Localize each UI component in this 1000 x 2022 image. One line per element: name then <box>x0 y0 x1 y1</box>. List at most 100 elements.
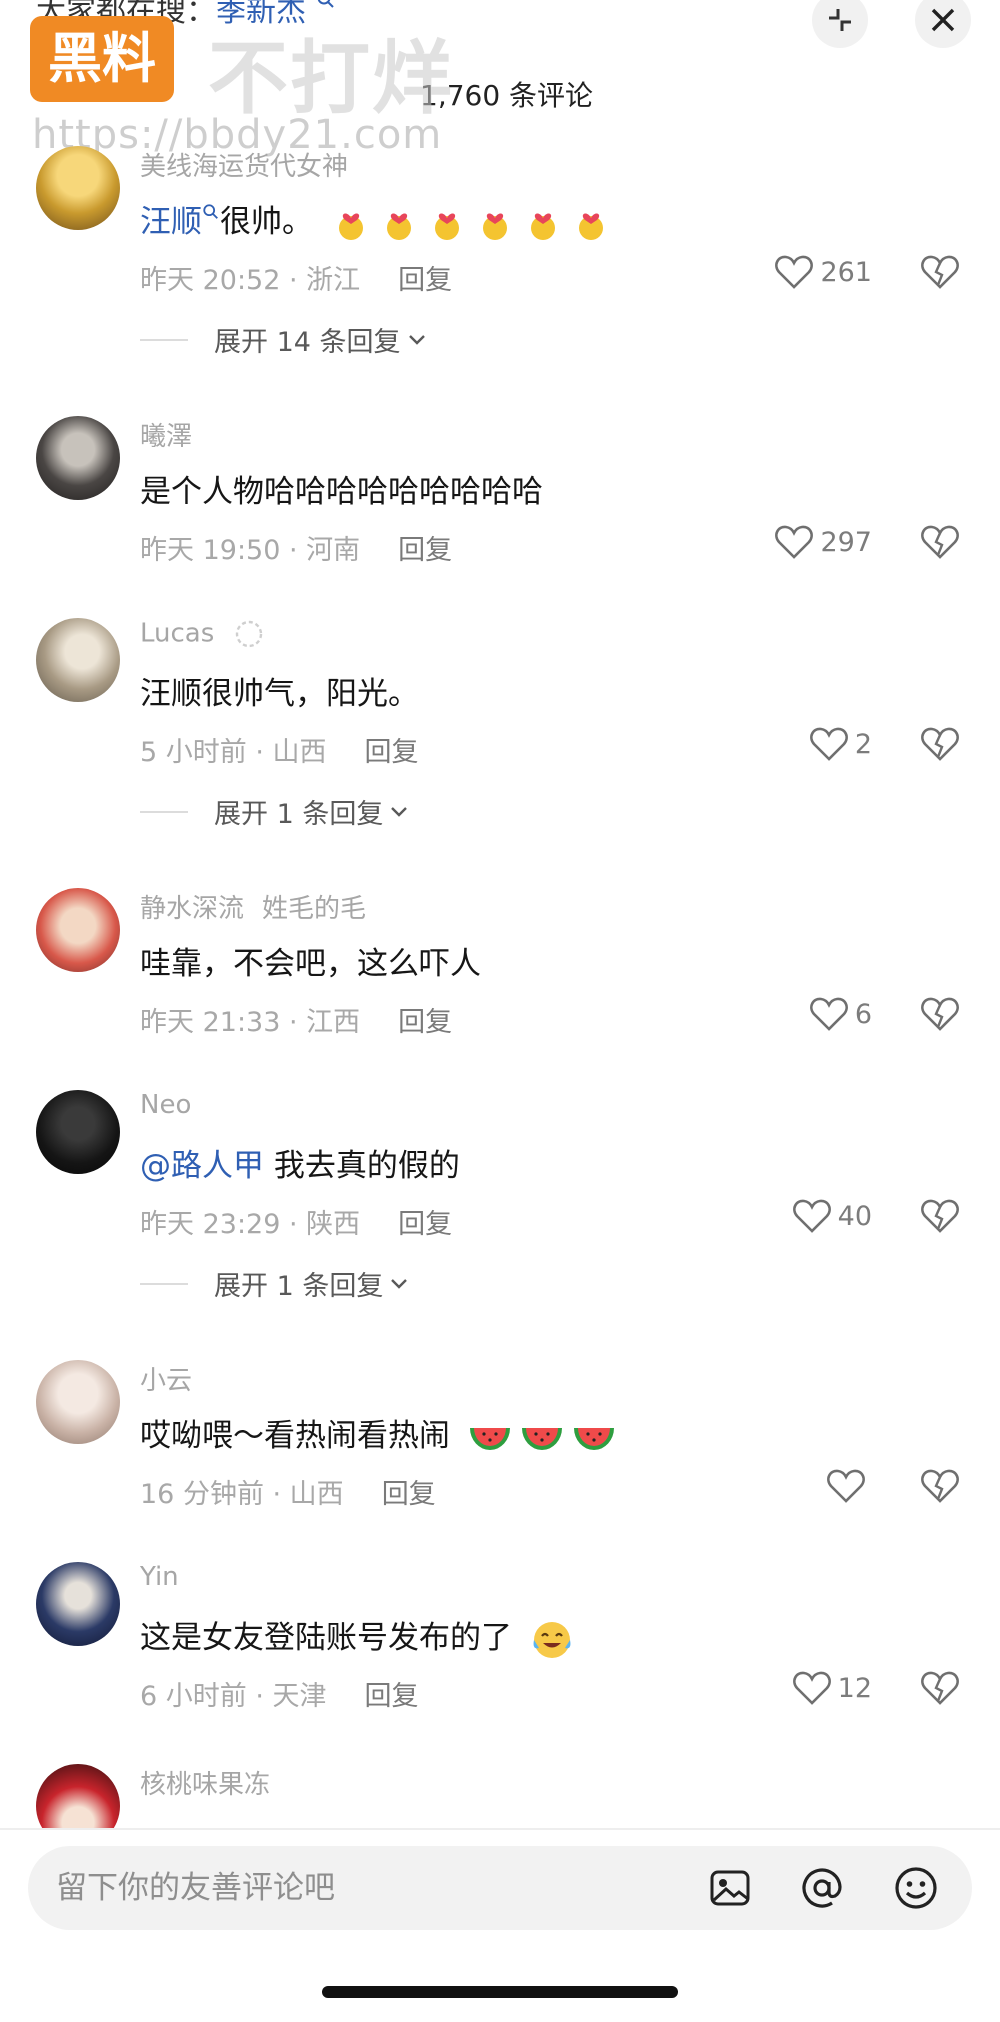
like-count: 2 <box>854 728 872 760</box>
collapse-button[interactable] <box>812 0 868 48</box>
heart-hands-emoji <box>338 213 363 240</box>
dislike-button[interactable] <box>920 1198 960 1238</box>
dislike-button[interactable] <box>920 996 960 1036</box>
avatar[interactable] <box>36 416 120 500</box>
broken-heart-icon <box>921 727 959 761</box>
comment-text: 是个人物哈哈哈哈哈哈哈哈哈 <box>140 474 543 510</box>
chevron-down-icon <box>391 806 408 817</box>
comment-author: Lucas <box>140 618 265 650</box>
dislike-button[interactable] <box>920 1670 960 1710</box>
reply-button[interactable]: 回复 <box>382 1479 436 1510</box>
heart-icon <box>792 1671 831 1705</box>
reply-button[interactable]: 回复 <box>398 535 452 566</box>
comment-body: 这是女友登陆账号发布的了 <box>140 1620 512 1656</box>
chevron-down-icon <box>408 334 425 345</box>
watermelon-emoji-row <box>460 1418 616 1454</box>
comment-body: 哎呦喂～看热闹看热闹 <box>140 1418 450 1454</box>
comment-meta: 昨天 23:29 · 陕西 回复 <box>140 1202 452 1241</box>
heart-hands-emoji-row <box>323 204 611 240</box>
comment-author-name[interactable]: 静水深流 <box>140 894 244 924</box>
close-icon <box>931 8 955 32</box>
expand-replies-label: 展开 1 条回复 <box>214 1271 384 1302</box>
reply-button[interactable]: 回复 <box>398 265 452 296</box>
heart-hands-emoji <box>434 213 459 240</box>
heart-hands-emoji <box>482 213 507 240</box>
dislike-button[interactable] <box>920 1468 960 1508</box>
close-button[interactable] <box>915 0 971 48</box>
avatar[interactable] <box>36 1562 120 1646</box>
expand-replies-label: 展开 14 条回复 <box>214 327 401 358</box>
expand-replies[interactable]: 展开 1 条回复 <box>140 792 409 831</box>
heart-icon <box>792 1199 831 1233</box>
heart-hands-emoji <box>578 213 603 240</box>
like-button[interactable]: 297 <box>774 524 872 560</box>
comment-author[interactable]: 核桃味果冻 <box>140 1764 270 1801</box>
collapse-icon <box>829 9 851 31</box>
reply-button[interactable]: 回复 <box>398 1209 452 1240</box>
chevron-down-icon <box>391 1278 408 1289</box>
heart-hands-emoji <box>530 213 555 240</box>
divider-dash <box>140 338 188 341</box>
like-button[interactable]: 2 <box>809 726 872 762</box>
watermelon-emoji <box>469 1427 510 1450</box>
comment-author-name[interactable]: Lucas <box>140 619 214 649</box>
like-button[interactable]: 40 <box>792 1198 872 1234</box>
broken-heart-icon <box>921 1469 959 1503</box>
like-count: 6 <box>854 998 872 1030</box>
like-button[interactable]: 6 <box>809 996 872 1032</box>
dislike-button[interactable] <box>920 524 960 564</box>
comment-body: 很帅。 <box>220 204 313 240</box>
search-icon <box>317 0 334 8</box>
dislike-button[interactable] <box>920 726 960 766</box>
watermelon-emoji <box>521 1427 562 1450</box>
dislike-button[interactable] <box>920 254 960 294</box>
avatar[interactable] <box>36 146 120 230</box>
comment-author[interactable]: Neo <box>140 1090 191 1120</box>
heart-icon <box>809 997 848 1031</box>
avatar[interactable] <box>36 1764 120 1828</box>
expand-replies[interactable]: 展开 1 条回复 <box>140 1264 409 1303</box>
reply-button[interactable]: 回复 <box>365 1681 419 1712</box>
like-count: 12 <box>837 1672 872 1704</box>
broken-heart-icon <box>921 255 959 289</box>
comment-text: 汪顺 很帅。 <box>140 196 611 244</box>
reply-button[interactable]: 回复 <box>398 1007 452 1038</box>
like-button[interactable]: 261 <box>774 254 872 290</box>
like-count: 297 <box>820 526 872 558</box>
comments-header: 大家都在搜：季新杰 1,760 条评论 黑料 不打烊 https://bbdy2… <box>0 0 1000 158</box>
comment-text: @路人甲 我去真的假的 <box>140 1140 460 1185</box>
image-icon <box>710 1870 750 1906</box>
avatar[interactable] <box>36 618 120 702</box>
like-button[interactable]: 12 <box>792 1670 872 1706</box>
avatar[interactable] <box>36 1360 120 1444</box>
comment-author-note: 姓毛的毛 <box>262 894 367 924</box>
comment-input[interactable] <box>56 1846 696 1930</box>
home-indicator[interactable] <box>322 1986 678 1998</box>
reply-button[interactable]: 回复 <box>365 737 419 768</box>
heart-icon <box>827 1469 865 1503</box>
image-button[interactable] <box>706 1864 754 1912</box>
avatar[interactable] <box>36 1090 120 1174</box>
comment-text: 哎呦喂～看热闹看热闹 <box>140 1410 616 1456</box>
emoji-button[interactable] <box>892 1864 940 1912</box>
comment-author[interactable]: Yin <box>140 1562 179 1592</box>
like-button[interactable] <box>826 1468 872 1504</box>
broken-heart-icon <box>921 1671 959 1705</box>
broken-heart-icon <box>921 1199 959 1233</box>
comment-time-location: 6 小时前 · 天津 <box>140 1681 327 1712</box>
smiley-icon <box>895 1867 937 1909</box>
comment-meta: 昨天 19:50 · 河南 回复 <box>140 528 452 567</box>
comment-author[interactable]: 小云 <box>140 1360 192 1397</box>
mention-button[interactable] <box>798 1864 846 1912</box>
comment-mention[interactable]: 汪顺 <box>140 204 202 240</box>
comment-mention[interactable]: @路人甲 <box>140 1148 264 1184</box>
crying-laughing-emoji <box>533 1621 571 1658</box>
expand-replies[interactable]: 展开 14 条回复 <box>140 320 427 359</box>
watermelon-emoji <box>573 1427 614 1450</box>
comment-meta: 昨天 21:33 · 江西 回复 <box>140 1000 452 1039</box>
comment-author[interactable]: 曦澤 <box>140 416 192 453</box>
avatar[interactable] <box>36 888 120 972</box>
comment-item: 核桃味果冻 <box>0 1764 1000 1828</box>
watermark-logo: 黑料 <box>30 16 174 102</box>
comment-author[interactable]: 美线海运货代女神 <box>140 146 348 183</box>
